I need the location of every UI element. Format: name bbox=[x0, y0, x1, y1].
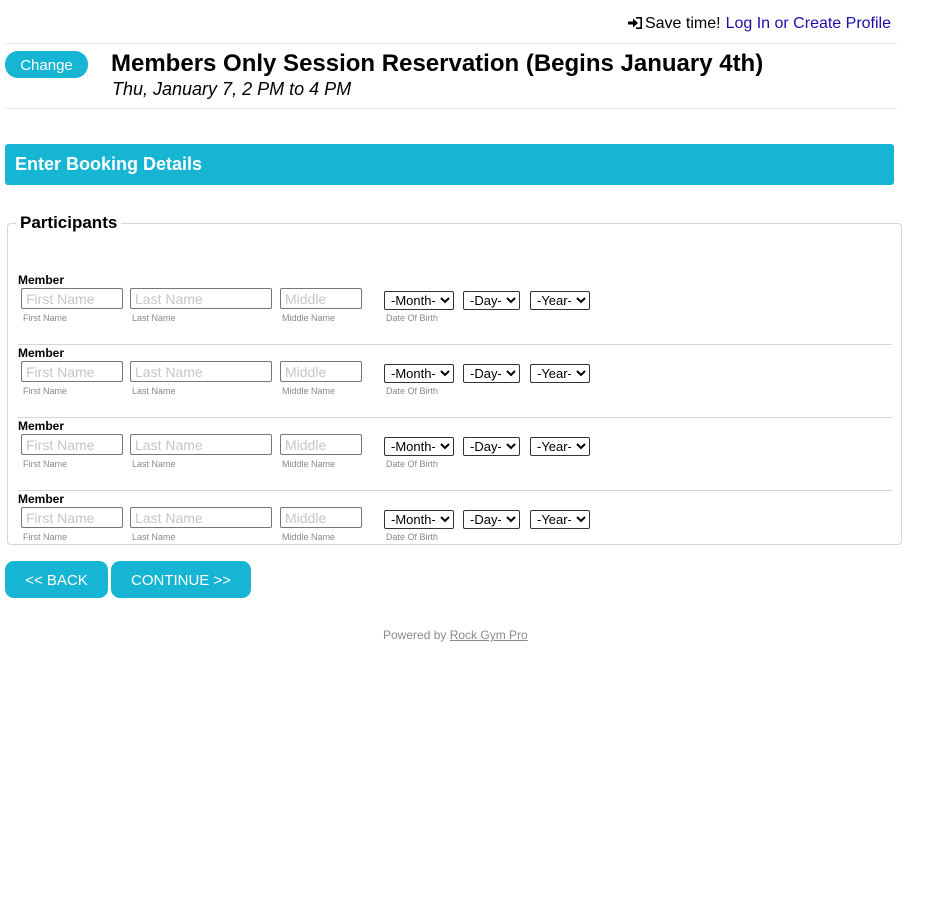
member-label: Member bbox=[18, 492, 65, 506]
middle-name-caption: Middle Name bbox=[282, 313, 336, 323]
member-label: Member bbox=[18, 273, 65, 287]
birth-month-select[interactable]: -Month- bbox=[384, 364, 454, 383]
back-button[interactable]: << BACK bbox=[5, 561, 108, 598]
birth-year-select[interactable]: -Year- bbox=[530, 291, 590, 310]
date-of-birth-caption: Date Of Birth bbox=[386, 532, 439, 542]
powered-by-label: Powered by bbox=[383, 628, 447, 642]
date-of-birth-caption: Date Of Birth bbox=[386, 459, 439, 469]
middle-name-caption: Middle Name bbox=[282, 459, 336, 469]
birth-year-select[interactable]: -Year- bbox=[530, 364, 590, 383]
birth-year-select[interactable]: -Year- bbox=[530, 510, 590, 529]
sign-in-icon bbox=[627, 16, 642, 29]
date-of-birth-caption: Date Of Birth bbox=[386, 386, 439, 396]
participant-row: Member -Month- -Day- -Year- First Name L… bbox=[18, 271, 892, 345]
birth-month-select[interactable]: -Month- bbox=[384, 510, 454, 529]
date-of-birth-caption: Date Of Birth bbox=[386, 313, 439, 323]
powered-by-footer: Powered by Rock Gym Pro bbox=[383, 628, 528, 642]
last-name-input[interactable] bbox=[130, 288, 272, 309]
last-name-caption: Last Name bbox=[132, 313, 176, 323]
middle-name-input[interactable] bbox=[280, 434, 362, 455]
last-name-caption: Last Name bbox=[132, 459, 176, 469]
first-name-caption: First Name bbox=[23, 386, 68, 396]
session-header: Change Members Only Session Reservation … bbox=[5, 44, 897, 109]
birth-day-select[interactable]: -Day- bbox=[463, 510, 520, 529]
section-title: Enter Booking Details bbox=[15, 154, 203, 174]
last-name-caption: Last Name bbox=[132, 532, 176, 542]
birth-day-select[interactable]: -Day- bbox=[463, 364, 520, 383]
middle-name-caption: Middle Name bbox=[282, 386, 336, 396]
birth-day-select[interactable]: -Day- bbox=[463, 291, 520, 310]
last-name-input[interactable] bbox=[130, 434, 272, 455]
first-name-caption: First Name bbox=[23, 459, 68, 469]
session-title: Members Only Session Reservation (Begins… bbox=[111, 50, 764, 77]
booking-details-header: Enter Booking Details bbox=[5, 144, 894, 185]
middle-name-input[interactable] bbox=[280, 361, 362, 382]
birth-day-select[interactable]: -Day- bbox=[463, 437, 520, 456]
participant-row: Member -Month- -Day- -Year- First Name L… bbox=[18, 490, 892, 563]
first-name-input[interactable] bbox=[21, 434, 123, 455]
first-name-caption: First Name bbox=[23, 313, 68, 323]
birth-year-select[interactable]: -Year- bbox=[530, 437, 590, 456]
login-create-profile-link[interactable]: Log In or Create Profile bbox=[726, 15, 891, 32]
participants-legend: Participants bbox=[20, 213, 118, 232]
first-name-caption: First Name bbox=[23, 532, 68, 542]
participant-row: Member -Month- -Day- -Year- First Name L… bbox=[18, 417, 892, 491]
change-button[interactable]: Change bbox=[5, 51, 88, 78]
save-time-prompt: Save time! Log In or Create Profile bbox=[627, 15, 891, 33]
middle-name-caption: Middle Name bbox=[282, 532, 336, 542]
birth-month-select[interactable]: -Month- bbox=[384, 437, 454, 456]
top-bar: Save time! Log In or Create Profile bbox=[5, 0, 897, 44]
session-date: Thu, January 7, 2 PM to 4 PM bbox=[112, 79, 352, 99]
member-label: Member bbox=[18, 346, 65, 360]
member-label: Member bbox=[18, 419, 65, 433]
birth-month-select[interactable]: -Month- bbox=[384, 291, 454, 310]
last-name-caption: Last Name bbox=[132, 386, 176, 396]
rock-gym-pro-link[interactable]: Rock Gym Pro bbox=[450, 628, 528, 642]
middle-name-input[interactable] bbox=[280, 288, 362, 309]
participant-row: Member -Month- -Day- -Year- First Name L… bbox=[18, 344, 892, 418]
first-name-input[interactable] bbox=[21, 507, 123, 528]
last-name-input[interactable] bbox=[130, 507, 272, 528]
last-name-input[interactable] bbox=[130, 361, 272, 382]
first-name-input[interactable] bbox=[21, 288, 123, 309]
save-time-label: Save time! bbox=[644, 15, 721, 32]
continue-button[interactable]: CONTINUE >> bbox=[111, 561, 251, 598]
participants-fieldset: Participants Member -Month- -Day- -Year-… bbox=[7, 213, 902, 545]
first-name-input[interactable] bbox=[21, 361, 123, 382]
middle-name-input[interactable] bbox=[280, 507, 362, 528]
